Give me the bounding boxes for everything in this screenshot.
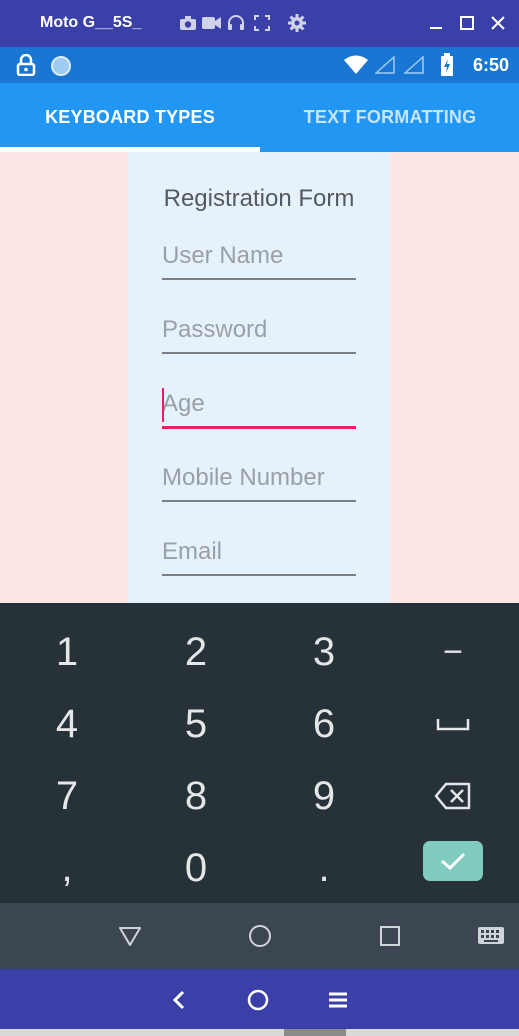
back-chevron-icon[interactable] [162, 983, 196, 1017]
resize-handle[interactable] [284, 1029, 346, 1036]
key-5[interactable]: 5 [132, 688, 260, 760]
key-period[interactable]: . [260, 832, 388, 904]
headset-icon[interactable] [226, 13, 246, 33]
maximize-icon[interactable] [456, 12, 478, 34]
text-cursor [162, 388, 164, 422]
key-1[interactable]: 1 [3, 616, 131, 688]
keyboard-switch-icon[interactable] [474, 919, 508, 953]
recents-square-icon[interactable] [373, 919, 407, 953]
settings-gear-icon[interactable] [287, 13, 307, 33]
key-8[interactable]: 8 [132, 760, 260, 832]
key-3[interactable]: 3 [260, 616, 388, 688]
mobile-number-field[interactable]: Mobile Number [162, 460, 356, 502]
emulator-bottom-bar [0, 969, 519, 1029]
space-key[interactable] [389, 688, 517, 760]
key-6[interactable]: 6 [260, 688, 388, 760]
checkmark-icon [441, 852, 466, 871]
home-circle-icon[interactable] [243, 919, 277, 953]
fullscreen-icon[interactable] [252, 13, 272, 33]
space-bar-icon [436, 719, 470, 731]
key-2[interactable]: 2 [132, 616, 260, 688]
emulator-title-bar: Moto G__5S_ [0, 0, 519, 47]
numeric-keyboard: 1 2 3 − 4 5 6 7 8 9 , 0 . [0, 603, 519, 903]
key-comma[interactable]: , [3, 832, 131, 904]
home-icon[interactable] [241, 983, 275, 1017]
cell-signal-empty-icon [403, 55, 424, 79]
key-7[interactable]: 7 [3, 760, 131, 832]
android-status-bar: 6:50 [0, 47, 519, 83]
device-title: Moto G__5S_ [40, 14, 142, 31]
age-field[interactable]: Age [162, 386, 356, 429]
registration-form: Registration Form User Name Password Age… [128, 152, 390, 603]
back-triangle-icon[interactable] [113, 919, 147, 953]
emulator-window: Moto G__5S_ 6:50 KEYBOARD TYPES TEXT FOR… [0, 0, 519, 1036]
close-icon[interactable] [487, 12, 509, 34]
key-9[interactable]: 9 [260, 760, 388, 832]
sync-notification-icon [50, 55, 72, 82]
menu-icon[interactable] [321, 983, 355, 1017]
camera-icon[interactable] [178, 13, 198, 33]
key-0[interactable]: 0 [132, 832, 260, 904]
key-4[interactable]: 4 [3, 688, 131, 760]
enter-key[interactable] [423, 841, 483, 881]
tab-bar: KEYBOARD TYPES TEXT FORMATTING [0, 83, 519, 152]
wifi-icon [343, 55, 369, 80]
age-field-placeholder: Age [162, 390, 205, 417]
backspace-key[interactable] [389, 760, 517, 832]
backspace-icon [434, 782, 471, 810]
lock-icon [16, 53, 36, 81]
window-footer [0, 1029, 519, 1036]
email-field[interactable]: Email [162, 534, 356, 576]
key-minus[interactable]: − [389, 616, 517, 688]
password-field[interactable]: Password [162, 312, 356, 354]
content-area: Registration Form User Name Password Age… [0, 152, 519, 603]
android-nav-bar [0, 903, 519, 969]
user-name-field[interactable]: User Name [162, 238, 356, 280]
form-title: Registration Form [163, 185, 355, 212]
tab-keyboard-types[interactable]: KEYBOARD TYPES [0, 83, 260, 152]
cell-signal-empty-icon [374, 55, 395, 79]
tab-text-formatting[interactable]: TEXT FORMATTING [260, 83, 519, 152]
status-time: 6:50 [472, 55, 509, 75]
minimize-icon[interactable] [425, 12, 447, 34]
video-camera-icon[interactable] [202, 13, 222, 33]
battery-charging-icon [440, 53, 454, 82]
